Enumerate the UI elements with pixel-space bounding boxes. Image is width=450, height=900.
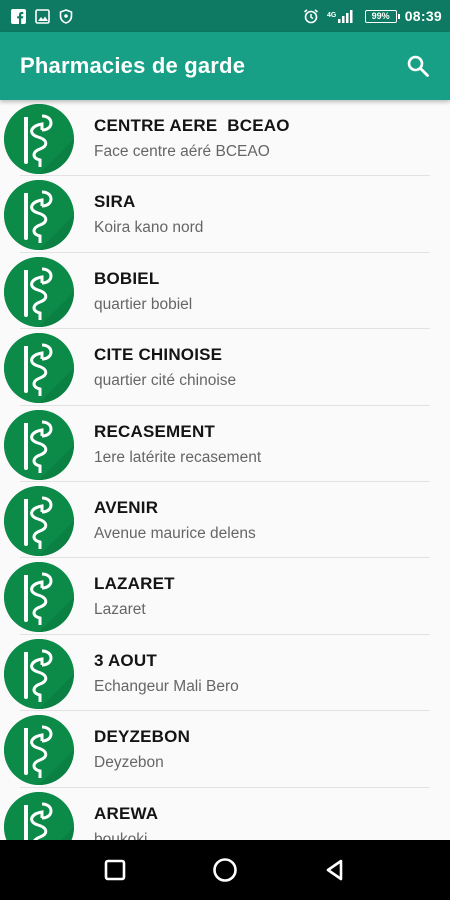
back-triangle-icon: [326, 859, 343, 881]
pharmacy-address: Echangeur Mali Bero: [94, 677, 239, 695]
pharmacy-list-item[interactable]: RECASEMENT 1ere latérite recasement: [0, 406, 450, 482]
back-button[interactable]: [315, 850, 355, 890]
pharmacy-list-item[interactable]: LAZARET Lazaret: [0, 558, 450, 635]
home-circle-icon: [213, 858, 237, 882]
pharmacy-caduceus-icon: [4, 485, 74, 556]
pharmacy-name: CITE CHINOISE: [94, 345, 223, 365]
navigation-bar: [0, 840, 450, 900]
pharmacy-caduceus-icon: [4, 791, 74, 840]
pharmacy-list-item[interactable]: CITE CHINOISE quartier cité chinoise: [0, 329, 450, 406]
status-bar-right: 4G 99% 08:39: [303, 8, 442, 24]
pharmacy-caduceus-icon: [4, 104, 74, 174]
battery-icon: 99%: [364, 9, 400, 23]
svg-text:4G: 4G: [327, 12, 337, 19]
pharmacy-address: 1ere latérite recasement: [94, 448, 262, 466]
recents-button[interactable]: [95, 850, 135, 890]
pharmacy-list-item[interactable]: SIRA Koira kano nord: [0, 176, 450, 253]
pharmacy-list-item[interactable]: BOBIEL quartier bobiel: [0, 253, 450, 330]
pharmacy-address: Avenue maurice delens: [94, 524, 256, 542]
signal-icon: 4G: [327, 8, 357, 24]
pharmacy-list[interactable]: CENTRE AERE BCEAO Face centre aéré BCEAO…: [0, 100, 450, 840]
pharmacy-name: SIRA: [94, 192, 136, 212]
battery-level: 99%: [371, 11, 390, 21]
pharmacy-list-item[interactable]: AREWA boukoki: [0, 788, 450, 840]
recents-square-icon: [104, 859, 126, 881]
pharmacy-address: boukoki: [94, 830, 148, 840]
pharmacy-name: AVENIR: [94, 497, 159, 517]
status-time: 08:39: [404, 8, 442, 24]
pharmacy-caduceus-icon: [4, 409, 74, 480]
pharmacy-caduceus-icon: [4, 180, 74, 251]
pharmacy-address: quartier bobiel: [94, 295, 193, 313]
page-title: Pharmacies de garde: [20, 53, 246, 78]
app-bar: Pharmacies de garde: [0, 32, 450, 100]
pharmacy-name: RECASEMENT: [94, 421, 216, 441]
pharmacy-name: AREWA: [94, 803, 159, 823]
status-bar: 4G 99% 08:39: [0, 0, 450, 32]
pharmacy-caduceus-icon: [4, 333, 74, 404]
pharmacy-address: quartier cité chinoise: [94, 372, 237, 390]
pharmacy-list-item[interactable]: CENTRE AERE BCEAO Face centre aéré BCEAO: [0, 100, 450, 177]
pharmacy-name: DEYZEBON: [94, 727, 191, 747]
pharmacy-caduceus-icon: [4, 715, 74, 786]
shield-icon: [58, 8, 74, 24]
home-button[interactable]: [205, 850, 245, 890]
pharmacy-list-item[interactable]: DEYZEBON Deyzebon: [0, 711, 450, 788]
pharmacy-address: Koira kano nord: [94, 219, 204, 237]
alarm-icon: [303, 8, 319, 24]
search-icon: [407, 55, 429, 77]
pharmacy-caduceus-icon: [4, 562, 74, 633]
facebook-icon: [10, 8, 26, 24]
status-bar-left: [10, 8, 74, 24]
pharmacy-name: CENTRE AERE BCEAO: [94, 116, 290, 135]
pharmacy-list-item[interactable]: 3 AOUT Echangeur Mali Bero: [0, 635, 450, 712]
pharmacy-name: 3 AOUT: [94, 650, 157, 670]
pharmacy-caduceus-icon: [4, 638, 74, 709]
pharmacy-list-item[interactable]: AVENIR Avenue maurice delens: [0, 482, 450, 559]
pharmacy-address: Face centre aéré BCEAO: [94, 143, 270, 160]
pharmacy-name: BOBIEL: [94, 268, 160, 288]
gallery-icon: [34, 8, 50, 24]
pharmacy-address: Lazaret: [94, 601, 146, 619]
search-button[interactable]: [402, 50, 434, 82]
pharmacy-address: Deyzebon: [94, 754, 164, 772]
pharmacy-caduceus-icon: [4, 256, 74, 327]
pharmacy-name: LAZARET: [94, 574, 175, 594]
